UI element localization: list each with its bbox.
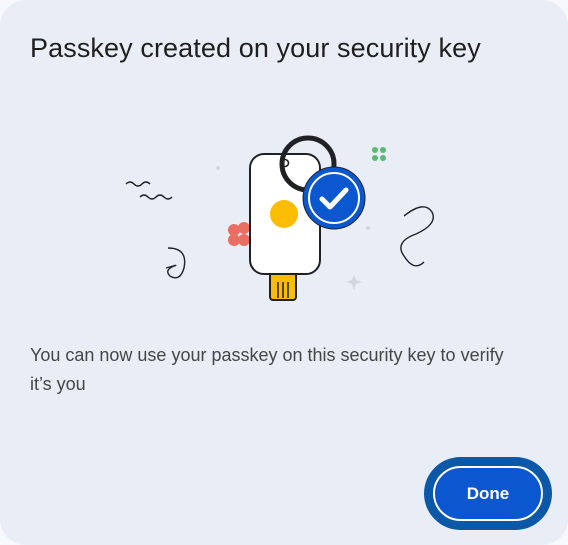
dialog-message: You can now use your passkey on this sec… (30, 345, 504, 394)
dialog-title: Passkey created on your security key (30, 33, 481, 63)
done-button[interactable]: Done (433, 466, 543, 521)
passkey-created-dialog: Passkey created on your security key You… (0, 0, 568, 545)
security-key-illustration (125, 135, 434, 301)
